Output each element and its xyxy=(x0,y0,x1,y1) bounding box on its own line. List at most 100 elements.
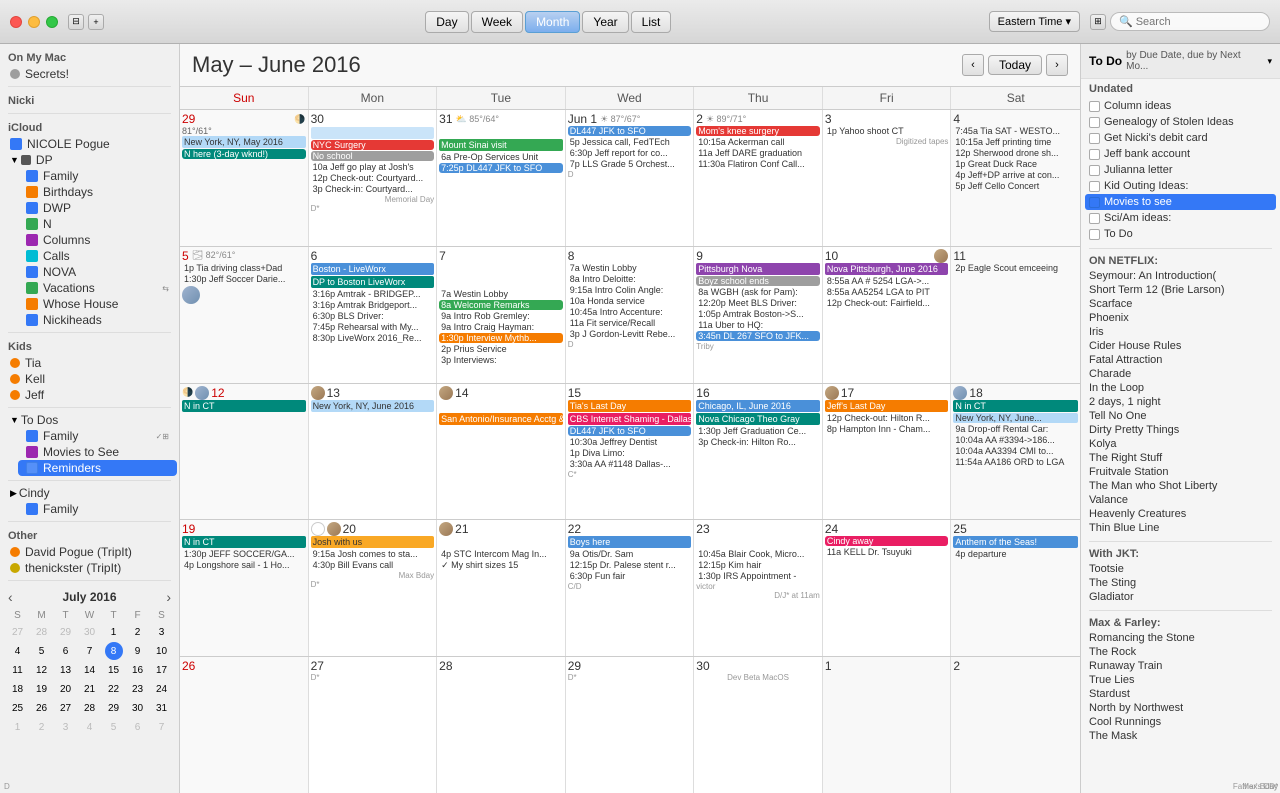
event-ny-may[interactable]: New York, NY, May 2016 xyxy=(182,136,306,148)
mini-cal-day[interactable]: 25 xyxy=(9,699,27,717)
todo-cb-sci-am[interactable] xyxy=(1089,213,1100,224)
mini-cal-day[interactable]: 15 xyxy=(105,661,123,679)
cal-cell-jul1[interactable]: 1 xyxy=(823,657,952,793)
sidebar-item-secrets[interactable]: Secrets! xyxy=(2,66,177,82)
cal-cell-jun15[interactable]: 15 Tia's Last Day CBS Internet Shaming -… xyxy=(566,384,695,520)
event-ackerman[interactable]: 10:15a Ackerman call xyxy=(696,137,820,147)
event-pittsburgh-nova[interactable]: Pittsburgh Nova xyxy=(696,263,820,275)
mini-cal-day[interactable]: 30 xyxy=(81,623,99,641)
mini-cal-day[interactable]: 29 xyxy=(57,623,75,641)
cal-cell-jun23[interactable]: 23 10:45a Blair Cook, Micro... 12:15p Ki… xyxy=(694,520,823,656)
event-colin[interactable]: 9:15a Intro Colin Angle: xyxy=(568,285,692,295)
mini-cal-prev[interactable]: ‹ xyxy=(6,589,15,605)
event-blair[interactable]: 10:45a Blair Cook, Micro... xyxy=(696,549,820,559)
sidebar-item-birthdays[interactable]: Birthdays xyxy=(18,184,177,200)
event-nyc-surgery[interactable]: NYC Surgery xyxy=(311,140,435,150)
mini-cal-day[interactable]: 1 xyxy=(9,718,27,736)
cal-cell-jun18[interactable]: 18 N in CT New York, NY, June... 9a Drop… xyxy=(951,384,1080,520)
mini-cal-day[interactable]: 28 xyxy=(81,699,99,717)
cal-cell-jun9[interactable]: 9 Pittsburgh Nova Boyz school ends 8a WG… xyxy=(694,247,823,383)
mini-cal-day[interactable]: 27 xyxy=(57,699,75,717)
event-mount-sinai[interactable]: Mount Sinai visit xyxy=(439,139,563,151)
event-dl447-15[interactable]: DL447 JFK to SFO xyxy=(568,426,692,436)
sidebar-disclosure-todos[interactable]: ▼ xyxy=(10,415,19,425)
event-westin[interactable]: 7a Westin Lobby xyxy=(439,289,563,299)
event-dl267[interactable]: 3:45n DL 267 SFO to JFK... xyxy=(696,331,820,341)
sidebar-toggle-btn[interactable]: ⊟ xyxy=(68,14,84,30)
mini-cal-day[interactable]: 4 xyxy=(81,718,99,736)
event-dropoff-rental[interactable]: 9a Drop-off Rental Car: xyxy=(953,424,1078,434)
event-wgbh[interactable]: 8a WGBH (ask for Pam): xyxy=(696,287,820,297)
sidebar-item-nova[interactable]: NOVA xyxy=(18,264,177,280)
todo-cb-debit[interactable] xyxy=(1089,133,1100,144)
todo-cb-jeff-bank[interactable] xyxy=(1089,149,1100,160)
todo-item-to-do[interactable]: To Do xyxy=(1089,226,1272,242)
todo-item-genealogy[interactable]: Genealogy of Stolen Ideas xyxy=(1089,114,1272,130)
sidebar-item-todos-family[interactable]: Family ✓⊞ xyxy=(18,428,177,444)
cal-cell-may30[interactable]: 30 NYC Surgery No school 10a Jeff go pla… xyxy=(309,110,438,246)
event-hampton-inn[interactable]: 8p Hampton Inn - Cham... xyxy=(825,424,949,434)
event-eagle-scout[interactable]: 2p Eagle Scout emceeing xyxy=(953,263,1078,273)
event-aa3394[interactable]: 10:04a AA #3394->186... xyxy=(953,435,1078,445)
event-ny-may30[interactable] xyxy=(311,127,435,139)
event-rehearsal[interactable]: 7:45p Rehearsal with My... xyxy=(311,322,435,332)
sidebar-disclosure-dp[interactable]: ▼ xyxy=(10,155,19,165)
event-amtrak2[interactable]: 3:16p Amtrak Bridgeport... xyxy=(311,300,435,310)
event-anthem[interactable]: Anthem of the Seas! xyxy=(953,536,1078,548)
event-cindy-away[interactable]: Cindy away xyxy=(825,536,949,546)
event-palese[interactable]: 12:15p Dr. Palese stent r... xyxy=(568,560,692,570)
event-bls[interactable]: 6:30p BLS Driver: xyxy=(311,311,435,321)
cal-cell-jun16[interactable]: 16 Chicago, IL, June 2016 Nova Chicago T… xyxy=(694,384,823,520)
todo-item-sci-am[interactable]: Sci/Am ideas: xyxy=(1089,210,1272,226)
todo-sort-chevron[interactable]: ▾ xyxy=(1267,56,1272,67)
event-yahoo[interactable]: 1p Yahoo shoot CT xyxy=(825,126,949,136)
event-amtrak-boston[interactable]: 1:05p Amtrak Boston->S... xyxy=(696,309,820,319)
cal-cell-jun2[interactable]: 2 ☀ 89°/71° Mom's knee surgery 10:15a Ac… xyxy=(694,110,823,246)
todo-item-kid-outing[interactable]: Kid Outing Ideas: xyxy=(1089,178,1272,194)
event-cello[interactable]: 5p Jeff Cello Concert xyxy=(953,181,1078,191)
event-ny-june-18[interactable]: New York, NY, June... xyxy=(953,413,1078,423)
mini-cal-day[interactable]: 18 xyxy=(9,680,27,698)
view-day-btn[interactable]: Day xyxy=(425,11,468,33)
event-longshore[interactable]: 4p Longshore sail - 1 Ho... xyxy=(182,560,306,570)
event-flatiron[interactable]: 11:30a Flatiron Conf Call... xyxy=(696,159,820,169)
cal-cell-jun7[interactable]: 7 7a Westin Lobby 8a Welcome Remarks 9a … xyxy=(437,247,566,383)
cal-cell-jul2[interactable]: 2 xyxy=(951,657,1080,793)
event-aa3394b[interactable]: 10:04a AA3394 CMI to... xyxy=(953,446,1078,456)
event-jeff-play[interactable]: 10a Jeff go play at Josh's xyxy=(311,162,435,172)
event-shirt-sizes[interactable]: ✓ My shirt sizes 15 xyxy=(439,560,563,571)
event-kim-hair[interactable]: 12:15p Kim hair xyxy=(696,560,820,570)
event-aa5254b[interactable]: 8:55a AA5254 LGA to PIT xyxy=(825,287,949,297)
event-no-school[interactable]: No school xyxy=(311,151,435,161)
todo-cb-julianna[interactable] xyxy=(1089,165,1100,176)
mini-cal-day[interactable]: 22 xyxy=(105,680,123,698)
event-n-in-ct-19[interactable]: N in CT xyxy=(182,536,306,548)
mini-cal-next[interactable]: › xyxy=(164,589,173,605)
event-jessica[interactable]: 5p Jessica call, FedTEch xyxy=(568,137,692,147)
sidebar-item-movies-to-see[interactable]: Movies to See xyxy=(18,444,177,460)
mini-cal-day[interactable]: 13 xyxy=(57,661,75,679)
mini-cal-day[interactable]: 3 xyxy=(57,718,75,736)
event-san-antonio[interactable]: San Antonio/Insurance Acctg & Systems xyxy=(439,413,563,425)
event-preop[interactable]: 6a Pre-Op Services Unit xyxy=(439,152,563,162)
event-jeff-soccer19[interactable]: 1:30p JEFF SOCCER/GA... xyxy=(182,549,306,559)
event-interview-mythb[interactable]: 1:30p Interview Mythb... xyxy=(439,333,563,343)
event-tia-sat[interactable]: 7:45a Tia SAT - WESTO... xyxy=(953,126,1078,136)
cal-cell-jun6[interactable]: 6 Boston - LiveWorx DP to Boston LiveWor… xyxy=(309,247,438,383)
cal-cell-jun12[interactable]: 🌗 12 N in CT xyxy=(180,384,309,520)
event-craig[interactable]: 9a Intro Craig Hayman: xyxy=(439,322,563,332)
event-ny-june-13[interactable]: New York, NY, June 2016 xyxy=(311,400,435,412)
sidebar-disclosure-cindy[interactable]: ▶ xyxy=(10,488,17,499)
event-mom-knee[interactable]: Mom's knee surgery xyxy=(696,126,820,136)
mini-cal-day[interactable]: 31 xyxy=(153,699,171,717)
todo-cb-todo[interactable] xyxy=(1089,229,1100,240)
cal-prev-btn[interactable]: ‹ xyxy=(962,54,984,76)
event-hilton-checkin[interactable]: 3p Check-in: Hilton Ro... xyxy=(696,437,820,447)
mini-cal-day[interactable]: 6 xyxy=(129,718,147,736)
event-tia-driving[interactable]: 1p Tia driving class+Dad xyxy=(182,263,306,273)
mini-cal-day[interactable]: 7 xyxy=(153,718,171,736)
event-checkout[interactable]: 12p Check-out: Courtyard... xyxy=(311,173,435,183)
view-week-btn[interactable]: Week xyxy=(471,11,523,33)
event-n-in-ct-18[interactable]: N in CT xyxy=(953,400,1078,412)
event-departure[interactable]: 4p departure xyxy=(953,549,1078,559)
